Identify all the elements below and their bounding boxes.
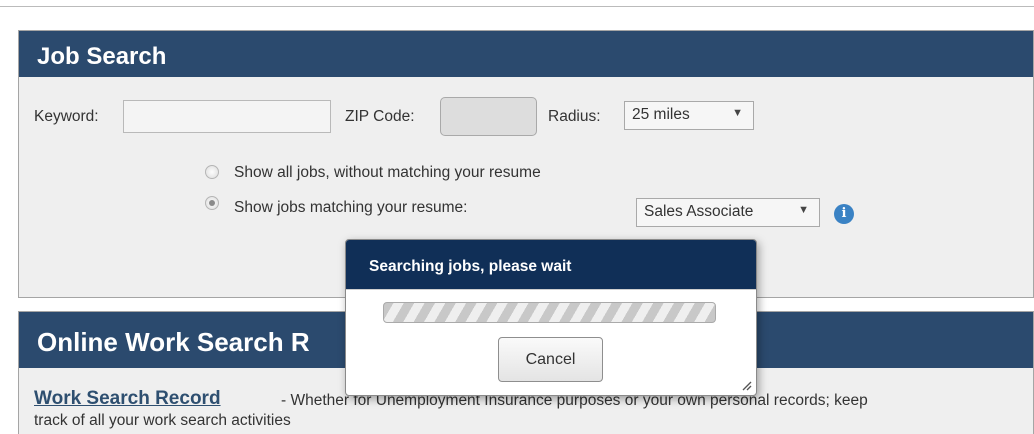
radio-show-all-label: Show all jobs, without matching your res… [234,164,541,181]
resume-select[interactable]: Sales Associate ▼ [636,198,820,227]
cancel-button[interactable]: Cancel [498,337,603,382]
searching-modal: Searching jobs, please wait Cancel [345,239,757,396]
zip-code-label: ZIP Code: [345,108,415,125]
radio-show-matching-label: Show jobs matching your resume: [234,199,468,216]
job-search-title: Job Search [19,31,1033,77]
radius-label: Radius: [548,108,601,125]
keyword-input[interactable] [123,100,331,133]
dropdown-arrow-icon: ▼ [732,107,743,119]
keyword-label: Keyword: [34,108,99,125]
radio-show-matching[interactable] [205,196,219,210]
work-search-record-description-2: track of all your work search activities [34,412,291,429]
modal-title: Searching jobs, please wait [346,240,756,289]
work-search-record-link[interactable]: Work Search Record [34,388,221,410]
radius-select-value: 25 miles [632,106,690,123]
info-icon[interactable]: i [834,204,854,224]
top-divider [0,6,1034,7]
dropdown-arrow-icon: ▼ [798,204,809,216]
zip-code-input[interactable] [440,97,537,136]
progress-bar [383,302,716,323]
radius-select[interactable]: 25 miles ▼ [624,101,754,130]
modal-divider [346,289,756,290]
resume-select-value: Sales Associate [644,203,754,220]
resize-grip-icon[interactable] [740,379,752,391]
radio-show-all[interactable] [205,165,219,179]
